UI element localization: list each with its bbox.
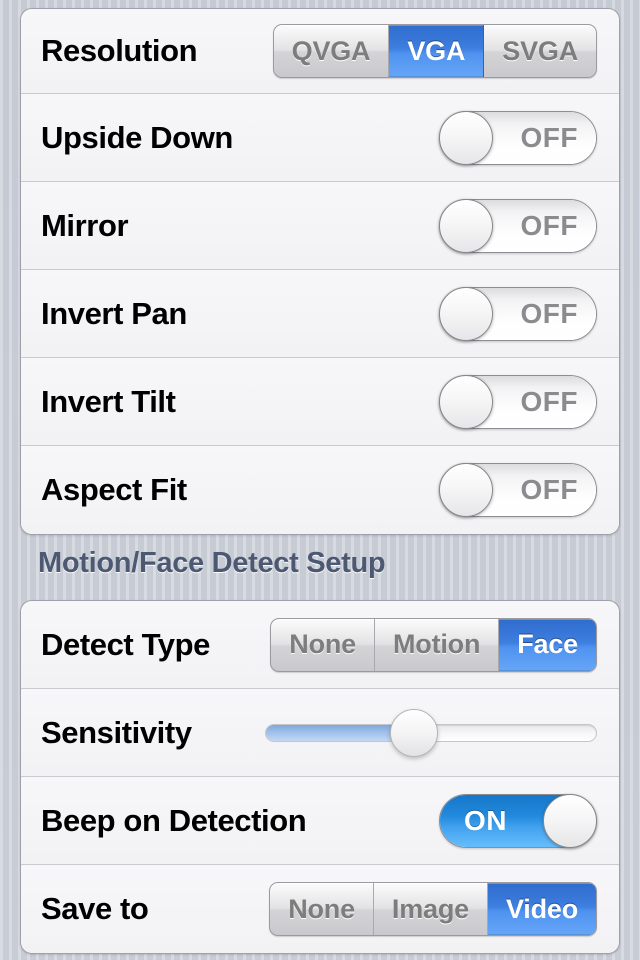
row-invert-tilt[interactable]: Invert Tilt OFF bbox=[21, 358, 619, 446]
row-label-beep-on-detection: Beep on Detection bbox=[41, 802, 307, 838]
toggle-knob[interactable] bbox=[439, 198, 493, 253]
row-invert-pan[interactable]: Invert Pan OFF bbox=[21, 270, 619, 358]
segmented-control-resolution[interactable]: QVGA VGA SVGA bbox=[272, 24, 597, 78]
row-label-detect-type: Detect Type bbox=[41, 626, 211, 662]
row-label-sensitivity: Sensitivity bbox=[41, 714, 192, 750]
segment-save-video[interactable]: Video bbox=[487, 883, 596, 935]
toggle-upside-down[interactable]: OFF bbox=[439, 110, 597, 165]
slider-thumb[interactable] bbox=[390, 708, 439, 757]
settings-group-motion-face-detect: Detect Type None Motion Face Sensitivity… bbox=[20, 600, 620, 954]
section-header-motion-face-detect: Motion/Face Detect Setup bbox=[38, 547, 386, 579]
row-sensitivity[interactable]: Sensitivity bbox=[21, 689, 619, 777]
toggle-state-label: OFF bbox=[520, 474, 578, 505]
row-label-save-to: Save to bbox=[41, 891, 149, 926]
row-mirror[interactable]: Mirror OFF bbox=[21, 182, 619, 270]
segment-qvga[interactable]: QVGA bbox=[274, 25, 390, 77]
toggle-state-label: OFF bbox=[520, 297, 578, 329]
toggle-knob[interactable] bbox=[439, 286, 493, 341]
segmented-control-detect-type[interactable]: None Motion Face bbox=[270, 617, 597, 672]
row-aspect-fit[interactable]: Aspect Fit OFF bbox=[21, 446, 619, 534]
segment-vga[interactable]: VGA bbox=[389, 25, 485, 77]
toggle-knob[interactable] bbox=[439, 110, 493, 165]
row-label-aspect-fit: Aspect Fit bbox=[41, 472, 187, 507]
segmented-control-save-to[interactable]: None Image Video bbox=[269, 882, 597, 936]
segment-detect-face[interactable]: Face bbox=[499, 618, 596, 671]
segment-detect-motion[interactable]: Motion bbox=[375, 618, 500, 671]
row-resolution[interactable]: Resolution QVGA VGA SVGA bbox=[21, 9, 619, 94]
settings-group-camera: Resolution QVGA VGA SVGA Upside Down OFF… bbox=[20, 8, 620, 535]
row-save-to[interactable]: Save to None Image Video bbox=[21, 865, 619, 953]
row-label-invert-tilt: Invert Tilt bbox=[41, 383, 176, 419]
toggle-state-label: ON bbox=[464, 804, 507, 836]
toggle-state-label: OFF bbox=[520, 209, 578, 241]
segment-svga[interactable]: SVGA bbox=[484, 25, 596, 77]
toggle-state-label: OFF bbox=[520, 385, 578, 417]
toggle-invert-tilt[interactable]: OFF bbox=[439, 374, 597, 429]
row-upside-down[interactable]: Upside Down OFF bbox=[21, 94, 619, 182]
segment-detect-none[interactable]: None bbox=[271, 618, 375, 671]
toggle-invert-pan[interactable]: OFF bbox=[439, 286, 597, 341]
segment-save-none[interactable]: None bbox=[270, 883, 374, 935]
segment-save-image[interactable]: Image bbox=[374, 883, 488, 935]
row-label-invert-pan: Invert Pan bbox=[41, 295, 187, 331]
toggle-state-label: OFF bbox=[520, 121, 578, 153]
row-beep-on-detection[interactable]: Beep on Detection ON bbox=[21, 777, 619, 865]
toggle-beep-on-detection[interactable]: ON bbox=[439, 793, 597, 848]
toggle-aspect-fit[interactable]: OFF bbox=[439, 463, 597, 517]
row-label-upside-down: Upside Down bbox=[41, 119, 233, 155]
toggle-knob[interactable] bbox=[543, 793, 597, 848]
row-detect-type[interactable]: Detect Type None Motion Face bbox=[21, 601, 619, 689]
slider-sensitivity[interactable] bbox=[265, 706, 597, 760]
toggle-knob[interactable] bbox=[439, 374, 493, 429]
settings-screen: Resolution QVGA VGA SVGA Upside Down OFF… bbox=[0, 0, 640, 960]
toggle-knob[interactable] bbox=[439, 463, 493, 517]
row-label-resolution: Resolution bbox=[41, 33, 198, 68]
toggle-mirror[interactable]: OFF bbox=[439, 198, 597, 253]
row-label-mirror: Mirror bbox=[41, 207, 129, 243]
